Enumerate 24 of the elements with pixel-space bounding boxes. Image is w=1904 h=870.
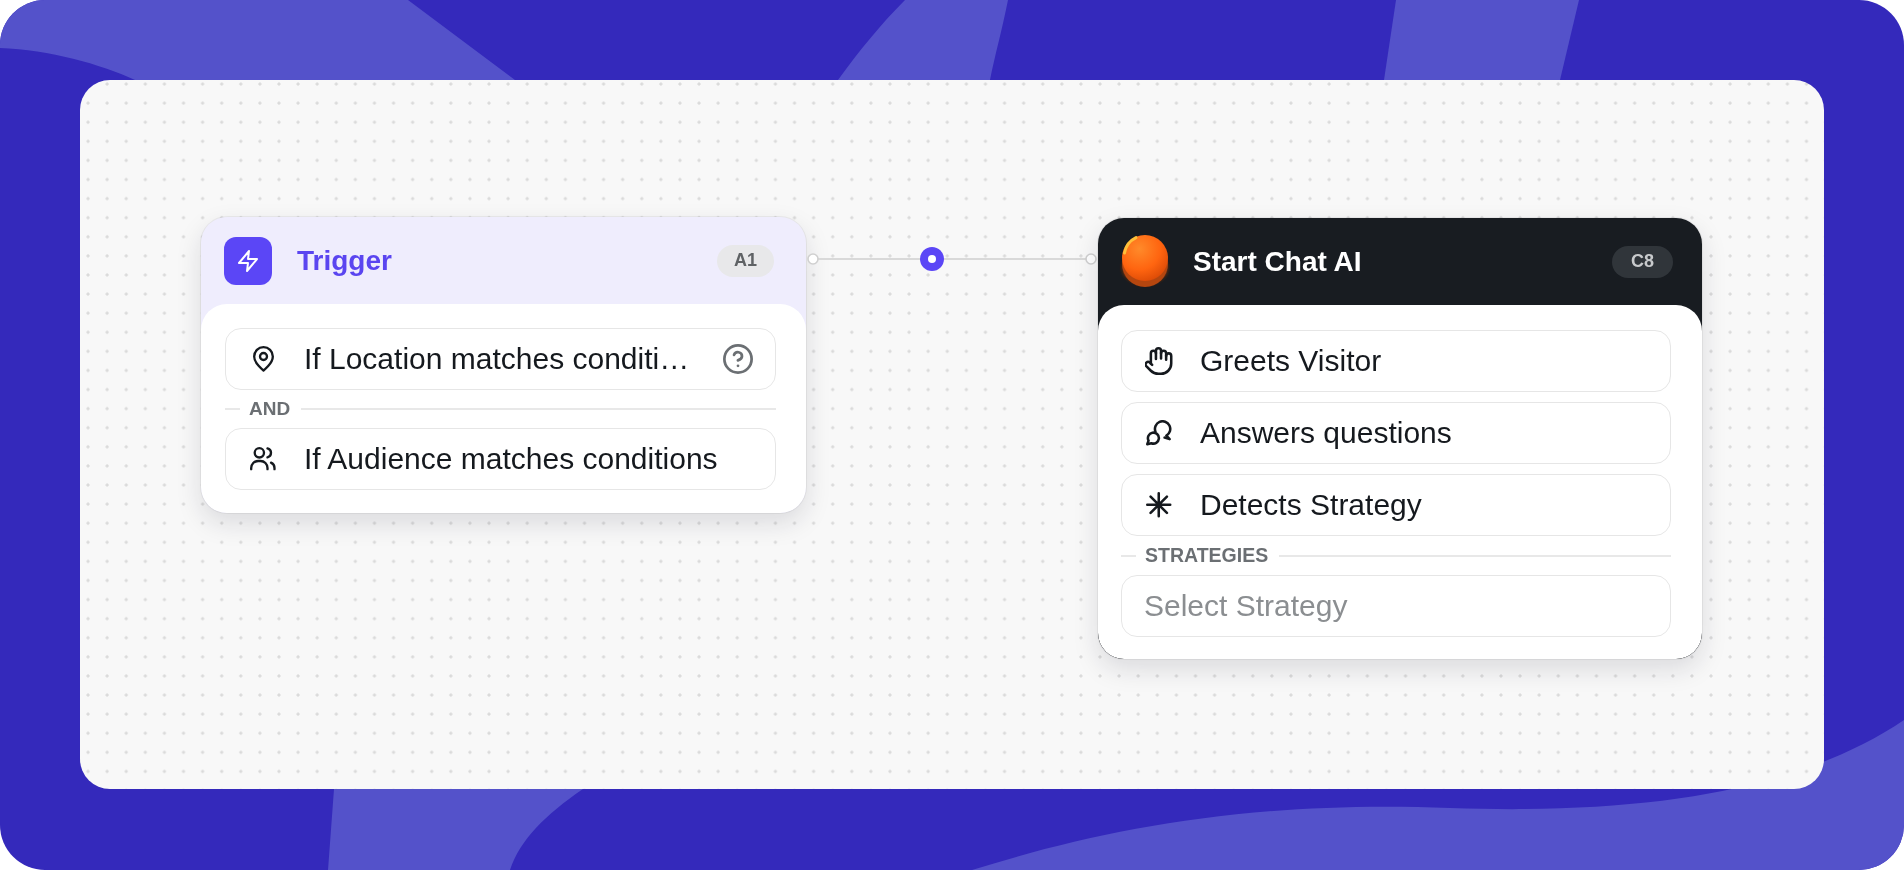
node-id-badge: C8 <box>1612 245 1673 278</box>
port-handle[interactable] <box>807 253 819 265</box>
port-handle[interactable] <box>1085 253 1097 265</box>
section-label: STRATEGIES <box>1145 544 1269 567</box>
lightning-icon <box>224 236 272 285</box>
skill-row[interactable]: Greets Visitor <box>1121 330 1671 392</box>
skill-row[interactable]: Answers questions <box>1121 402 1671 464</box>
node-id-badge: A1 <box>717 244 774 277</box>
map-pin-icon <box>252 345 274 373</box>
help-icon[interactable] <box>723 344 753 374</box>
node-title: Trigger <box>297 244 392 277</box>
chat-agent-node[interactable]: Start Chat AI C8 Greets Visitor Answers questions Detects Strategy STRATEGIES Select Strategy <box>1098 218 1702 659</box>
node-title: Start Chat AI <box>1193 245 1362 278</box>
condition-row[interactable]: If Location matches conditi… <box>225 328 776 390</box>
section-label: AND <box>249 398 291 420</box>
chat-bubbles-icon <box>1146 420 1172 446</box>
hand-icon <box>1145 347 1173 375</box>
condition-row[interactable]: If Audience matches conditions <box>225 428 776 490</box>
trigger-node[interactable]: Trigger A1 If Location matches conditi… AND If Audience matches conditions <box>201 217 806 513</box>
skill-row[interactable]: Detects Strategy <box>1121 474 1671 536</box>
people-icon <box>250 447 276 471</box>
asterisk-icon <box>1146 492 1172 518</box>
connector-dot-icon[interactable] <box>920 247 944 271</box>
strategy-select[interactable]: Select Strategy <box>1121 575 1671 637</box>
